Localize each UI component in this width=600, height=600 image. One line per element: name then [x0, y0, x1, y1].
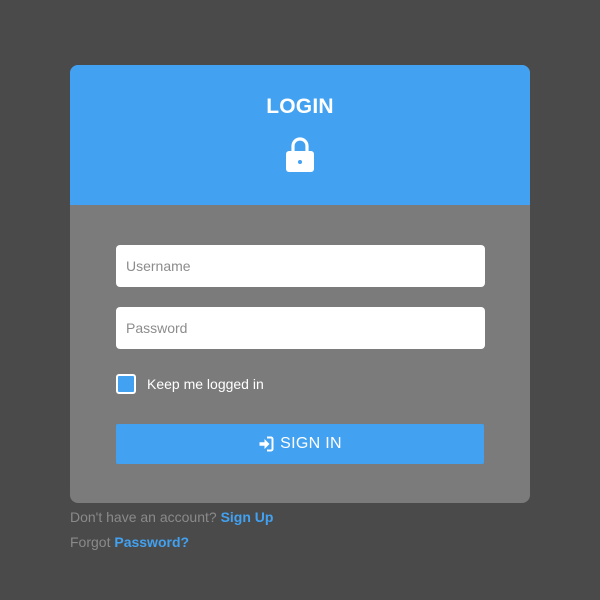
remember-me-label: Keep me logged in	[147, 376, 264, 392]
username-input[interactable]	[116, 245, 485, 287]
signup-link[interactable]: Sign Up	[221, 509, 274, 525]
remember-me-toggle[interactable]: Keep me logged in	[116, 374, 264, 394]
sign-in-button[interactable]: SIGN IN	[116, 424, 484, 464]
login-header: LOGIN	[70, 65, 530, 205]
forgot-password-prompt: Forgot Password?	[70, 534, 189, 550]
signup-prompt: Don't have an account? Sign Up	[70, 509, 273, 525]
remember-me-checkbox[interactable]	[116, 374, 136, 394]
forgot-password-link[interactable]: Password?	[114, 534, 189, 550]
sign-in-label: SIGN IN	[280, 435, 342, 452]
login-form: Keep me logged in SIGN IN	[70, 205, 530, 503]
lock-icon	[286, 137, 314, 172]
login-card: LOGIN Keep me logged in SIGN IN	[70, 65, 530, 503]
sign-in-icon	[259, 436, 274, 452]
login-title: LOGIN	[266, 95, 334, 118]
password-input[interactable]	[116, 307, 485, 349]
signup-prompt-text: Don't have an account?	[70, 509, 217, 525]
forgot-prompt-text: Forgot	[70, 534, 111, 550]
